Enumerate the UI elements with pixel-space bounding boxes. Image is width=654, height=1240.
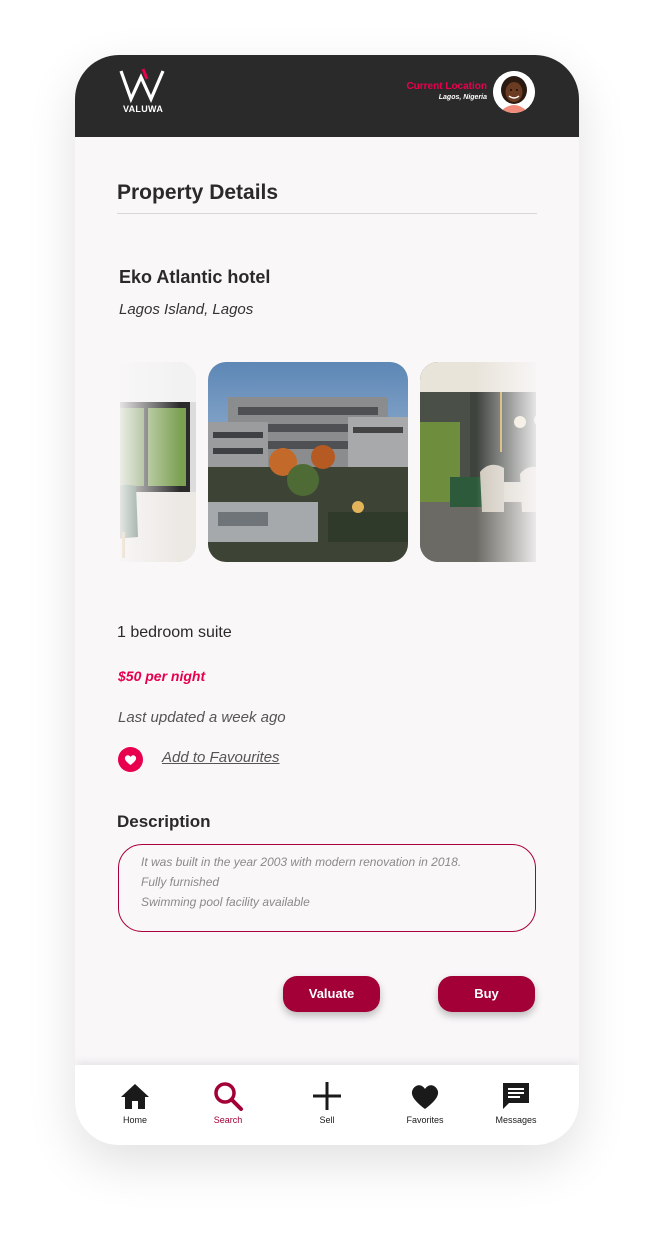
description-box: It was built in the year 2003 with moder…: [118, 844, 536, 932]
nav-messages[interactable]: Messages: [481, 1065, 551, 1145]
location-city: Lagos, Nigeria: [438, 94, 487, 101]
search-icon: [214, 1082, 243, 1111]
divider: [117, 213, 537, 214]
gallery-fade-right: [476, 362, 536, 562]
gallery-image-building[interactable]: [208, 362, 408, 562]
nav-search[interactable]: Search: [193, 1065, 263, 1145]
price: $50 per night: [118, 668, 206, 684]
nav-label-home: Home: [122, 1115, 147, 1125]
location-title: Current Location: [406, 81, 487, 92]
valuate-button[interactable]: Valuate: [283, 976, 380, 1012]
heart-icon: [411, 1085, 439, 1109]
add-to-favourites-link[interactable]: Add to Favourites: [162, 749, 280, 766]
current-location[interactable]: Current Location Lagos, Nigeria: [406, 81, 487, 103]
nav-favorites[interactable]: Favorites: [390, 1065, 460, 1145]
home-icon: [121, 1084, 149, 1109]
buy-button[interactable]: Buy: [438, 976, 535, 1012]
message-icon: [503, 1083, 529, 1109]
nav-sell[interactable]: Sell: [292, 1065, 362, 1145]
nav-label-favorites: Favorites: [406, 1115, 444, 1125]
avatar[interactable]: [493, 71, 535, 113]
description-line: Swimming pool facility available: [141, 895, 310, 909]
page-title: Property Details: [117, 181, 279, 204]
phone-frame: VALUWA Current Location Lagos, Nigeria P…: [75, 55, 579, 1145]
nav-label-search: Search: [213, 1115, 243, 1125]
description-line: Fully furnished: [141, 875, 220, 889]
heart-icon[interactable]: [118, 747, 143, 772]
property-name: Eko Atlantic hotel: [119, 267, 271, 287]
last-updated: Last updated a week ago: [118, 709, 286, 726]
nav-home[interactable]: Home: [100, 1065, 170, 1145]
gallery-fade-left: [120, 362, 180, 562]
property-location: Lagos Island, Lagos: [119, 301, 254, 318]
brand-name: VALUWA: [123, 104, 164, 114]
nav-label-sell: Sell: [319, 1115, 335, 1125]
image-gallery[interactable]: [120, 362, 536, 562]
description-title: Description: [117, 812, 211, 831]
app-header: VALUWA Current Location Lagos, Nigeria: [75, 55, 579, 137]
bottom-nav: Home Search Sell Favorites Messages: [75, 1065, 579, 1145]
nav-label-messages: Messages: [495, 1115, 537, 1125]
room-type: 1 bedroom suite: [117, 624, 232, 641]
description-line: It was built in the year 2003 with moder…: [141, 855, 462, 869]
plus-icon: [313, 1082, 341, 1110]
